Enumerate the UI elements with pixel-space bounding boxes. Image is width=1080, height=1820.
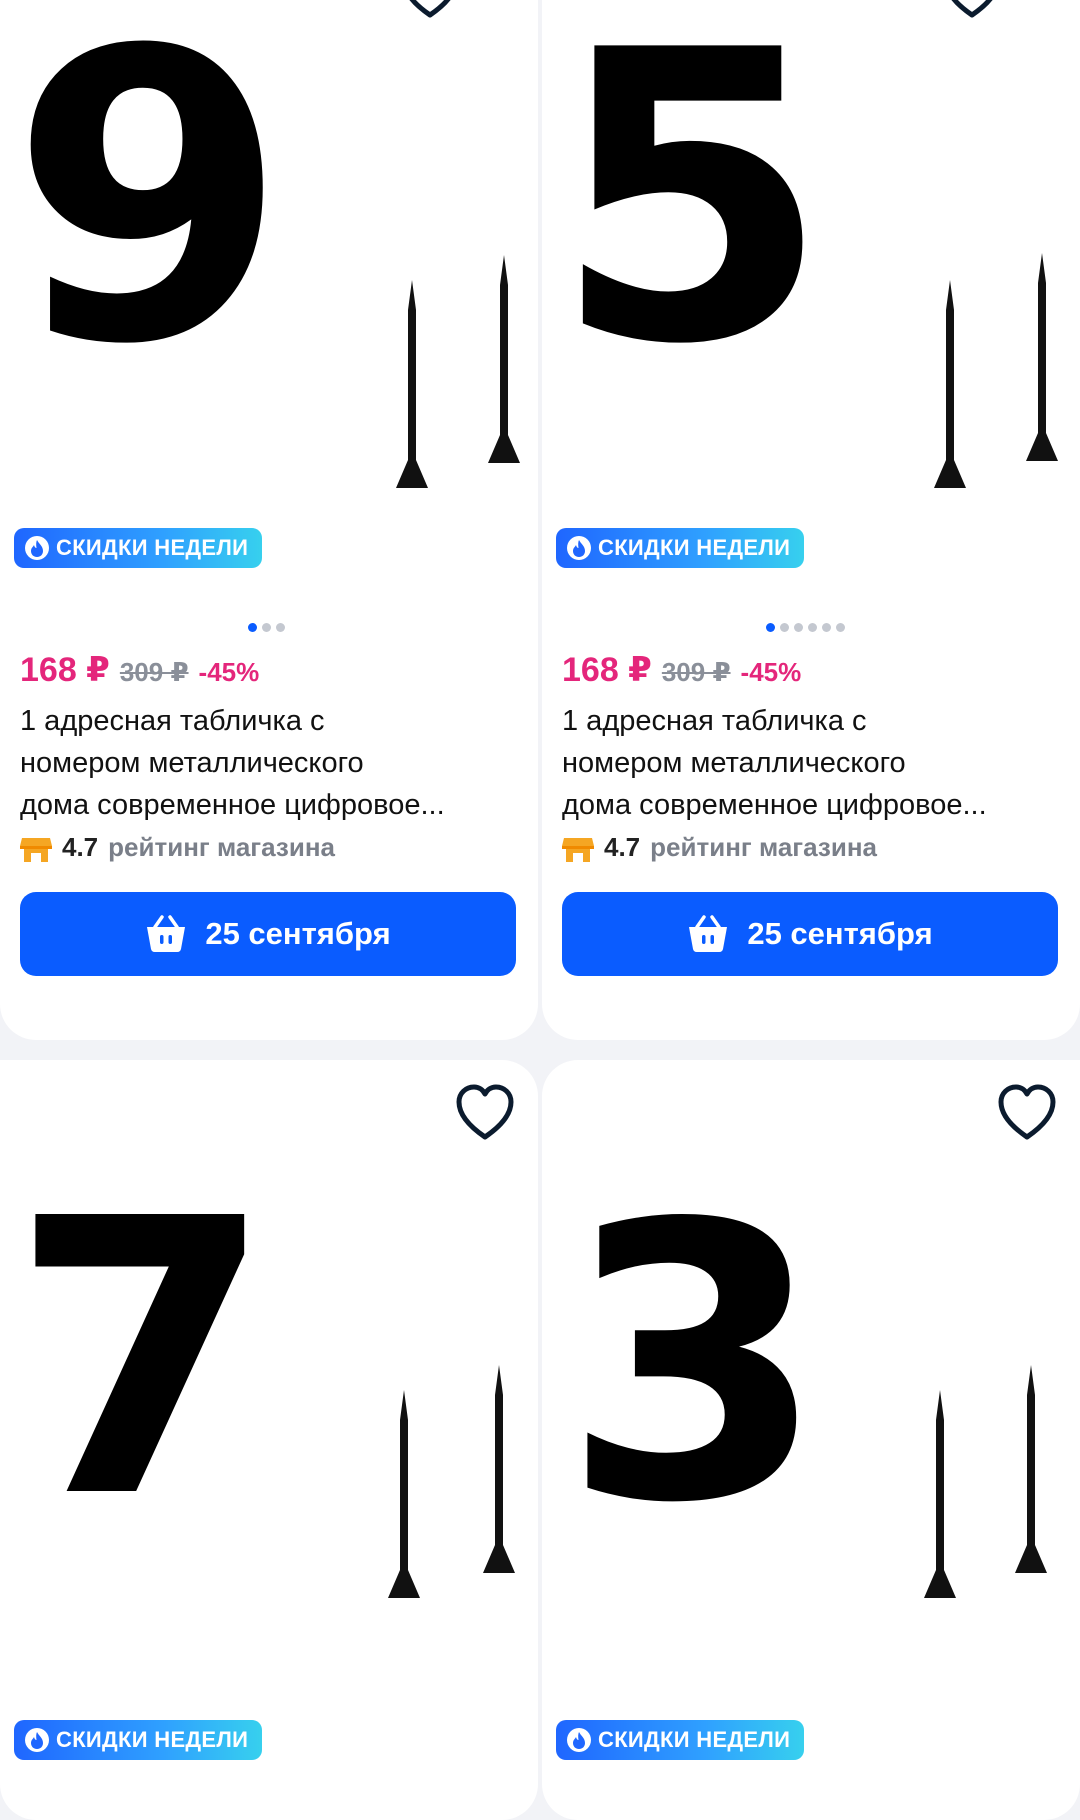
price-row: 168 ₽ 309 ₽ -45% [20, 650, 259, 690]
shop-icon [20, 837, 52, 862]
product-title-line: номером металлического [20, 747, 364, 779]
shop-rating: 4.7 рейтинг магазина [562, 832, 877, 863]
price-row: 168 ₽ 309 ₽ -45% [562, 650, 801, 690]
carousel-dot [248, 623, 257, 632]
rating-value: 4.7 [62, 832, 99, 862]
product-title-line: 1 адресная табличка с [20, 705, 325, 737]
weekly-discount-badge: СКИДКИ НЕДЕЛИ [14, 1720, 263, 1760]
fire-icon [567, 1728, 591, 1752]
carousel-dot [808, 623, 817, 632]
weekly-discount-badge: СКИДКИ НЕДЕЛИ [556, 1720, 805, 1760]
current-price: 168 ₽ [562, 651, 652, 689]
image-carousel-dots [248, 623, 285, 632]
carousel-dot [822, 623, 831, 632]
house-number-digit: 9 [10, 0, 289, 432]
old-price: 309 ₽ [119, 657, 189, 687]
carousel-dot [836, 623, 845, 632]
product-title-line: 1 адресная табличка с [562, 705, 867, 737]
delivery-date: 25 сентября [205, 916, 391, 951]
carousel-dot [262, 623, 271, 632]
current-price: 168 ₽ [20, 651, 110, 689]
rating-label: рейтинг магазина [108, 832, 335, 862]
product-title-line: номером металлического [562, 747, 906, 779]
badge-label: СКИДКИ НЕДЕЛИ [56, 535, 249, 560]
discount-percent: -45% [198, 657, 260, 687]
fire-icon [567, 536, 591, 560]
product-grid: 9 СКИДКИ НЕДЕЛИ 168 ₽ 309 ₽ -45% 1 адрес… [0, 0, 1080, 1820]
delivery-date: 25 сентября [747, 916, 933, 951]
carousel-dot [780, 623, 789, 632]
screw-icon [924, 1365, 1047, 1598]
discount-percent: -45% [740, 657, 802, 687]
house-number-digit: 3 [562, 1143, 827, 1586]
shop-rating: 4.7 рейтинг магазина [20, 832, 335, 863]
product-card[interactable]: 5 СКИДКИ НЕДЕЛИ 168 ₽ 309 ₽ -45% 1 адрес… [542, 0, 1080, 1040]
add-to-cart-button[interactable]: 25 сентября [562, 892, 1058, 976]
weekly-discount-badge: СКИДКИ НЕДЕЛИ [14, 528, 263, 568]
cart-icon [147, 915, 186, 953]
screw-icon [388, 1365, 515, 1598]
product-title-line: дома современное цифровое... [20, 789, 445, 821]
weekly-discount-badge: СКИДКИ НЕДЕЛИ [556, 528, 805, 568]
house-number-digit: 5 [552, 0, 831, 432]
cart-icon [689, 915, 728, 953]
product-card[interactable]: 9 СКИДКИ НЕДЕЛИ 168 ₽ 309 ₽ -45% 1 адрес… [0, 0, 538, 1040]
badge-label: СКИДКИ НЕДЕЛИ [56, 1727, 249, 1752]
carousel-dot [766, 623, 775, 632]
house-number-digit: 7 [10, 1138, 275, 1581]
badge-label: СКИДКИ НЕДЕЛИ [598, 1727, 791, 1752]
rating-label: рейтинг магазина [650, 832, 877, 862]
carousel-dot [794, 623, 803, 632]
product-title-line: дома современное цифровое... [562, 789, 987, 821]
fire-icon [25, 1728, 49, 1752]
carousel-dot [276, 623, 285, 632]
fire-icon [25, 536, 49, 560]
screw-icon [934, 253, 1058, 488]
product-title[interactable]: 1 адресная табличка с номером металличес… [20, 700, 520, 826]
product-card[interactable]: 7 СКИДКИ НЕДЕЛИ [0, 1060, 538, 1820]
image-carousel-dots [766, 623, 845, 632]
shop-icon [562, 837, 594, 862]
badge-label: СКИДКИ НЕДЕЛИ [598, 535, 791, 560]
product-title[interactable]: 1 адресная табличка с номером металличес… [562, 700, 1062, 826]
old-price: 309 ₽ [661, 657, 731, 687]
rating-value: 4.7 [604, 832, 641, 862]
screw-icon [396, 255, 520, 488]
product-card[interactable]: 3 СКИДКИ НЕДЕЛИ [542, 1060, 1080, 1820]
add-to-cart-button[interactable]: 25 сентября [20, 892, 516, 976]
